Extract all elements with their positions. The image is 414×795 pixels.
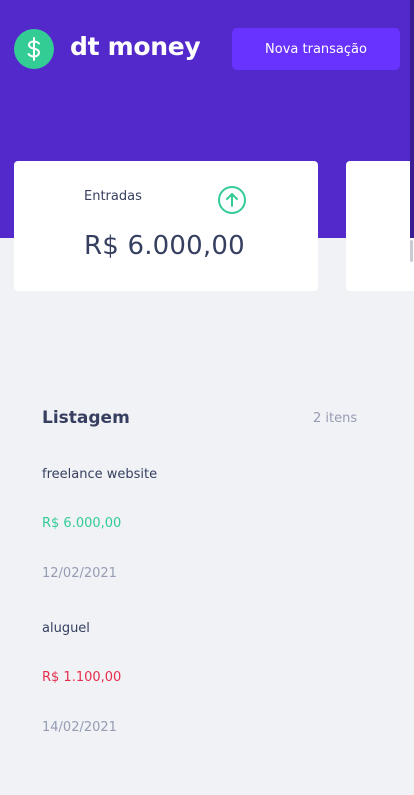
summary-card-partial [346, 161, 414, 291]
transaction-date: 12/02/2021 [42, 566, 117, 581]
income-card: Entradas R$ 6.000,00 [14, 161, 318, 291]
transaction-title: freelance website [42, 467, 158, 482]
scrollbar[interactable] [408, 0, 414, 795]
dollar-icon [14, 29, 54, 69]
transaction-title: aluguel [42, 621, 90, 636]
transaction-amount: R$ 6.000,00 [42, 516, 122, 531]
transaction-date: 14/02/2021 [42, 720, 117, 735]
listing-count: 2 itens [313, 411, 358, 426]
income-amount: R$ 6.000,00 [84, 231, 245, 261]
income-card-title: Entradas [84, 189, 142, 204]
new-transaction-button[interactable]: Nova transação [232, 28, 400, 70]
scrollbar-thumb[interactable] [410, 240, 413, 262]
arrow-up-circle-icon [217, 185, 247, 215]
listing-title: Listagem [42, 408, 130, 428]
transaction-amount: R$ 1.100,00 [42, 670, 122, 685]
scrollbar-track-header [410, 0, 414, 238]
brand-name: dt money [70, 32, 201, 61]
